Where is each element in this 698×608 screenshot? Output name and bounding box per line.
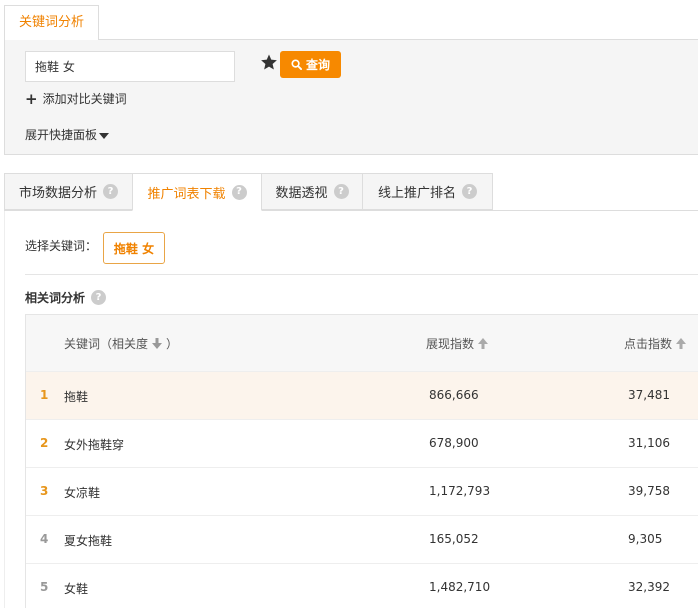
top-tab-bar: 关键词分析 [0,0,698,40]
star-icon[interactable] [260,53,278,71]
column-label: 关键词（相关度 [64,337,149,351]
row-rank: 5 [40,580,49,594]
section-title: 相关词分析 ? [25,289,107,306]
row-impressions: 866,666 [429,388,479,402]
expand-quick-panel-toggle[interactable]: 展开快捷面板 [25,126,110,143]
add-compare-label: 添加对比关键词 [42,92,127,106]
table-row[interactable]: 3 女凉鞋 1,172,793 39,758 [26,468,698,516]
table-row[interactable]: 1 拖鞋 866,666 37,481 [26,372,698,420]
tab-label: 线上推广排名 [377,186,456,201]
column-header-clicks[interactable]: 点击指数 [624,335,687,352]
row-rank: 3 [40,484,49,498]
search-icon [291,59,302,70]
column-header-impressions[interactable]: 展现指数 [426,335,489,352]
divider [25,274,698,275]
selected-keyword-chip[interactable]: 拖鞋 女 [103,232,165,264]
search-input[interactable] [25,51,235,82]
analysis-tab-row: 市场数据分析 ? 推广词表下载 ? 数据透视 ? 线上推广排名 ? [4,173,698,211]
related-keywords-table: 关键词（相关度 ） 展现指数 点击指数 1 拖鞋 866,666 37,481 … [25,314,698,608]
help-icon[interactable]: ? [103,184,118,199]
help-icon[interactable]: ? [333,184,349,199]
related-analysis-title: 相关词分析 [25,291,86,305]
row-impressions: 678,900 [429,436,479,450]
table-row[interactable]: 5 女鞋 1,482,710 32,392 [26,564,698,608]
add-compare-keyword-link[interactable]: + 添加对比关键词 [25,90,127,107]
tab-label: 推广词表下载 [147,186,226,202]
row-rank: 1 [40,388,49,402]
select-keyword-label: 选择关键词： [25,239,98,253]
row-keyword[interactable]: 女鞋 [64,580,88,597]
arrow-up-icon [676,338,687,349]
tab-label: 市场数据分析 [18,186,97,201]
table-row[interactable]: 4 夏女拖鞋 165,052 9,305 [26,516,698,564]
row-keyword[interactable]: 夏女拖鞋 [64,532,112,549]
row-keyword[interactable]: 女外拖鞋穿 [64,436,124,453]
table-row[interactable]: 2 女外拖鞋穿 678,900 31,106 [26,420,698,468]
query-button[interactable]: 查询 [280,51,341,78]
row-rank: 2 [40,436,49,450]
tab-content: 选择关键词： 拖鞋 女 相关词分析 ? 关键词（相关度 ） 展现指数 点击指数 … [4,211,698,608]
tab-label: 数据透视 [275,186,328,201]
row-keyword[interactable]: 拖鞋 [64,388,88,405]
help-icon[interactable]: ? [462,184,477,199]
column-label: 点击指数 [624,337,673,351]
tab-online-promo-ranking[interactable]: 线上推广排名 ? [362,173,493,210]
table-header: 关键词（相关度 ） 展现指数 点击指数 [26,315,698,372]
row-clicks: 32,392 [628,580,670,594]
tab-keyword-analysis[interactable]: 关键词分析 [4,5,99,40]
row-impressions: 1,482,710 [429,580,491,594]
arrow-down-icon [152,338,163,349]
tab-data-pivot[interactable]: 数据透视 ? [261,173,363,210]
plus-icon: + [25,89,38,108]
row-rank: 4 [40,532,49,546]
row-clicks: 37,481 [628,388,670,402]
caret-down-icon [99,132,110,139]
arrow-up-icon [478,338,489,349]
column-header-keyword[interactable]: 关键词（相关度 ） [64,335,178,352]
column-close-paren: ） [166,337,179,351]
row-impressions: 165,052 [429,532,479,546]
help-icon[interactable]: ? [231,184,247,200]
tab-keyword-list-download[interactable]: 推广词表下载 ? [132,173,262,211]
row-impressions: 1,172,793 [429,484,491,498]
row-clicks: 39,758 [628,484,670,498]
help-icon[interactable]: ? [91,290,107,305]
expand-panel-label: 展开快捷面板 [25,128,98,142]
row-clicks: 31,106 [628,436,670,450]
column-label: 展现指数 [426,337,475,351]
row-clicks: 9,305 [628,532,663,546]
row-keyword[interactable]: 女凉鞋 [64,484,100,501]
query-button-label: 查询 [305,58,330,72]
search-panel: 查询 + 添加对比关键词 展开快捷面板 [4,39,698,155]
tab-market-data-analysis[interactable]: 市场数据分析 ? [4,173,133,210]
